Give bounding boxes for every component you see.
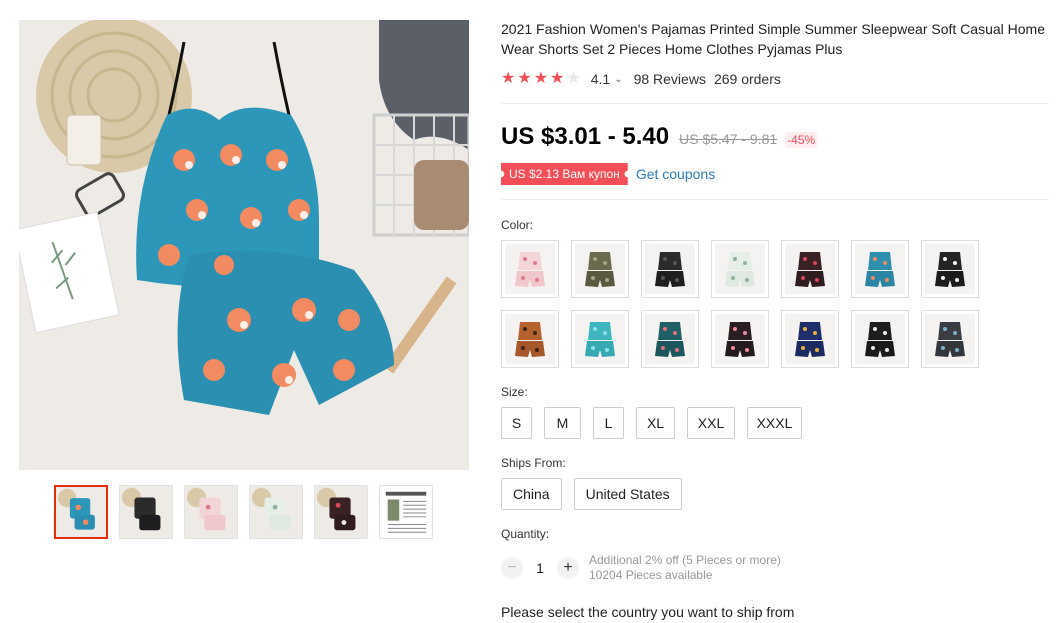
product-title: 2021 Fashion Women's Pajamas Printed Sim… <box>501 21 1045 57</box>
pajama-photo <box>19 20 469 470</box>
original-price: US $5.47 - 9.81 <box>679 131 778 147</box>
thumbnail-image <box>250 486 302 538</box>
thumbnail-image <box>185 486 237 538</box>
ships-from-china[interactable]: China <box>501 478 562 510</box>
swatch-image <box>785 244 835 294</box>
color-swatch-white-floral[interactable] <box>711 240 769 298</box>
thumbnail-image <box>56 487 106 537</box>
ship-country-message: Please select the country you want to sh… <box>501 604 795 620</box>
color-label: Color: <box>501 218 534 232</box>
color-swatch-teal-floral[interactable] <box>641 310 699 368</box>
color-swatch-teal[interactable] <box>571 310 629 368</box>
thumbnail-image <box>315 486 367 538</box>
color-swatch-grey-floral[interactable] <box>921 310 979 368</box>
color-swatch-olive-lace[interactable] <box>571 240 629 298</box>
swatch-image <box>925 314 975 364</box>
swatch-image <box>505 244 555 294</box>
swatch-image <box>715 244 765 294</box>
size-options: S M L XL XXL XXXL <box>501 407 802 439</box>
color-swatch-black-white-floral[interactable] <box>851 310 909 368</box>
swatch-image <box>925 244 975 294</box>
thumbnail-image <box>120 486 172 538</box>
swatch-image <box>645 244 695 294</box>
thumbnail-pink-floral-set[interactable] <box>184 485 238 539</box>
color-swatch-black-pink-floral[interactable] <box>711 310 769 368</box>
availability-text: 10204 Pieces available <box>589 568 713 582</box>
ships-from-label: Ships From: <box>501 456 566 470</box>
main-product-image[interactable] <box>19 20 469 470</box>
thumbnail-size-chart[interactable] <box>379 485 433 539</box>
rating-value[interactable]: 4.1 <box>591 71 610 87</box>
star-icon: ★ <box>517 70 532 87</box>
color-swatch-pink-floral[interactable] <box>501 240 559 298</box>
product-info: 2021 Fashion Women's Pajamas Printed Sim… <box>501 20 1046 89</box>
size-option-s[interactable]: S <box>501 407 532 439</box>
star-partial-icon: ★★ <box>566 70 581 87</box>
thumbnail-strip <box>54 485 433 539</box>
quantity-input[interactable]: 1 <box>523 560 557 576</box>
swatch-image <box>505 314 555 364</box>
thumbnail-black-set[interactable] <box>119 485 173 539</box>
thumbnail-white-floral-set[interactable] <box>249 485 303 539</box>
coupon-badge[interactable]: US $2.13 Вам купон <box>501 163 628 185</box>
color-swatch-dark-red-floral[interactable] <box>781 240 839 298</box>
price-row: US $3.01 - 5.40 US $5.47 - 9.81 -45% <box>501 123 818 151</box>
swatch-image <box>715 314 765 364</box>
quantity-label: Quantity: <box>501 527 550 541</box>
color-swatches-row-1 <box>501 240 979 298</box>
divider <box>501 103 1049 104</box>
size-option-l[interactable]: L <box>593 407 624 439</box>
chevron-down-icon[interactable]: ⌄ <box>614 74 622 85</box>
current-price: US $3.01 - 5.40 <box>501 123 670 150</box>
coupon-row: US $2.13 Вам купон Get coupons <box>501 163 715 185</box>
thumbnail-dark-floral-set[interactable] <box>314 485 368 539</box>
bulk-discount-text: Additional 2% off (5 Pieces or more) <box>589 553 781 567</box>
discount-badge: -45% <box>785 132 818 148</box>
star-rating[interactable]: ★ ★ ★ ★ ★★ <box>501 71 581 87</box>
color-swatch-leopard[interactable] <box>501 310 559 368</box>
ships-from-united-states[interactable]: United States <box>573 478 682 510</box>
size-option-m[interactable]: M <box>544 407 581 439</box>
reviews-link[interactable]: 98 Reviews <box>634 71 706 87</box>
swatch-image <box>575 244 625 294</box>
size-option-xl[interactable]: XL <box>636 407 675 439</box>
swatch-image <box>855 314 905 364</box>
color-swatches-row-2 <box>501 310 979 368</box>
quantity-info: Additional 2% off (5 Pieces or more) 102… <box>589 553 781 583</box>
orders-count: 269 orders <box>713 71 781 87</box>
color-swatch-black[interactable] <box>641 240 699 298</box>
get-coupons-link[interactable]: Get coupons <box>636 166 715 182</box>
size-option-xxl[interactable]: XXL <box>687 407 735 439</box>
swatch-image <box>575 314 625 364</box>
star-icon: ★ <box>501 70 516 87</box>
thumbnail-blue-fox-set[interactable] <box>54 485 108 539</box>
divider <box>501 199 1049 200</box>
color-swatch-black-daisy[interactable] <box>921 240 979 298</box>
swatch-image <box>855 244 905 294</box>
swatch-image <box>645 314 695 364</box>
color-swatch-navy-floral[interactable] <box>781 310 839 368</box>
quantity-increase-button[interactable]: + <box>557 557 579 579</box>
star-icon: ★ <box>550 70 565 87</box>
ships-from-options: China United States <box>501 478 682 510</box>
star-icon: ★ <box>533 70 549 87</box>
size-option-xxxl[interactable]: XXXL <box>747 407 802 439</box>
swatch-image <box>785 314 835 364</box>
size-chart-icon <box>380 486 432 538</box>
rating-row: ★ ★ ★ ★ ★★ 4.1 ⌄ 98 Reviews 269 orders <box>501 69 1046 89</box>
color-swatch-blue-fox[interactable] <box>851 240 909 298</box>
quantity-decrease-button[interactable]: − <box>501 557 523 579</box>
size-label: Size: <box>501 385 528 399</box>
quantity-stepper: − 1 + Additional 2% off (5 Pieces or mor… <box>501 553 781 583</box>
